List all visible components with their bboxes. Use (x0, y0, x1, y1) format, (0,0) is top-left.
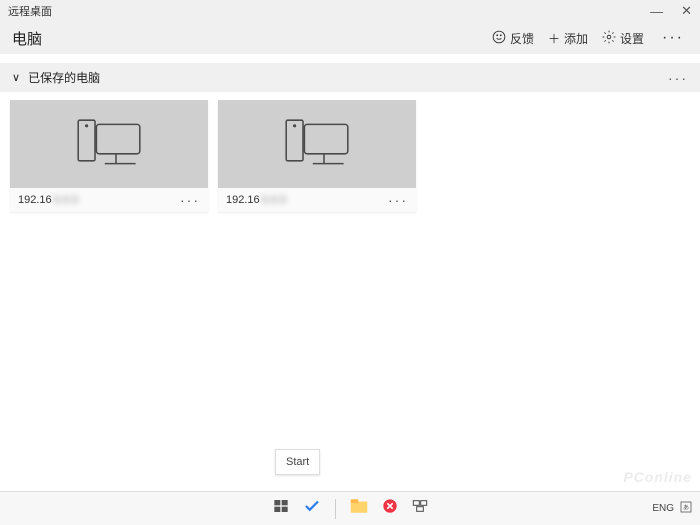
titlebar: 远程桌面 — ✕ (0, 0, 700, 22)
header-actions: 反馈 ＋ 添加 设置 ··· (492, 29, 688, 47)
taskbar-center (273, 497, 428, 520)
feedback-label: 反馈 (510, 30, 534, 47)
header-more-button[interactable]: ··· (658, 29, 688, 47)
group-more-button[interactable]: ··· (668, 70, 688, 86)
pc-card-bar: 192.160.0.0 ··· (218, 188, 416, 212)
computer-icon (74, 117, 144, 171)
pc-thumbnail (218, 100, 416, 188)
gear-icon (602, 30, 616, 47)
language-indicator[interactable]: ENG (652, 503, 674, 514)
chevron-down-icon: ∨ (12, 71, 20, 84)
minimize-icon[interactable]: — (650, 4, 663, 19)
pc-card-more-button[interactable]: ··· (388, 192, 408, 208)
start-label: Start (286, 456, 309, 468)
taskbar: ENG あ (0, 491, 700, 525)
feedback-button[interactable]: 反馈 (492, 30, 534, 47)
pc-card[interactable]: 192.160.0.0 ··· (218, 100, 416, 212)
file-explorer-icon[interactable] (350, 498, 368, 519)
start-button[interactable]: Start (275, 449, 320, 475)
app-title: 远程桌面 (8, 3, 52, 19)
group-title: 已保存的电脑 (28, 69, 100, 86)
pc-card-bar: 192.160.0.0 ··· (10, 188, 208, 212)
app-header: 电脑 反馈 ＋ 添加 设置 ··· (0, 22, 700, 54)
page-title: 电脑 (12, 28, 42, 49)
pc-ip-blur: 0.0.0 (262, 194, 286, 206)
task-view-icon[interactable] (412, 499, 428, 518)
pc-ip: 192.16 (226, 194, 260, 206)
windows-start-icon[interactable] (273, 498, 289, 519)
plus-icon: ＋ (548, 30, 560, 47)
pc-card[interactable]: 192.160.0.0 ··· (10, 100, 208, 212)
close-icon[interactable]: ✕ (681, 3, 692, 19)
smile-icon (492, 30, 506, 47)
group-header[interactable]: ∨ 已保存的电脑 ··· (0, 62, 700, 92)
watermark: PConline (623, 469, 692, 485)
computer-icon (282, 117, 352, 171)
window-controls: — ✕ (650, 3, 692, 19)
checkmark-app-icon[interactable] (303, 497, 321, 520)
taskbar-tray: ENG あ (652, 501, 692, 516)
settings-label: 设置 (620, 30, 644, 47)
svg-text:あ: あ (683, 505, 689, 512)
ime-icon[interactable]: あ (680, 501, 692, 516)
pc-card-more-button[interactable]: ··· (180, 192, 200, 208)
pc-ip: 192.16 (18, 194, 52, 206)
pc-thumbnail (10, 100, 208, 188)
app-icon-red[interactable] (382, 498, 398, 519)
add-label: 添加 (564, 30, 588, 47)
divider (335, 499, 336, 519)
pc-ip-blur: 0.0.0 (54, 194, 78, 206)
add-button[interactable]: ＋ 添加 (548, 30, 588, 47)
saved-pc-cards: 192.160.0.0 ··· 192.160.0.0 ··· (0, 92, 700, 220)
settings-button[interactable]: 设置 (602, 30, 644, 47)
